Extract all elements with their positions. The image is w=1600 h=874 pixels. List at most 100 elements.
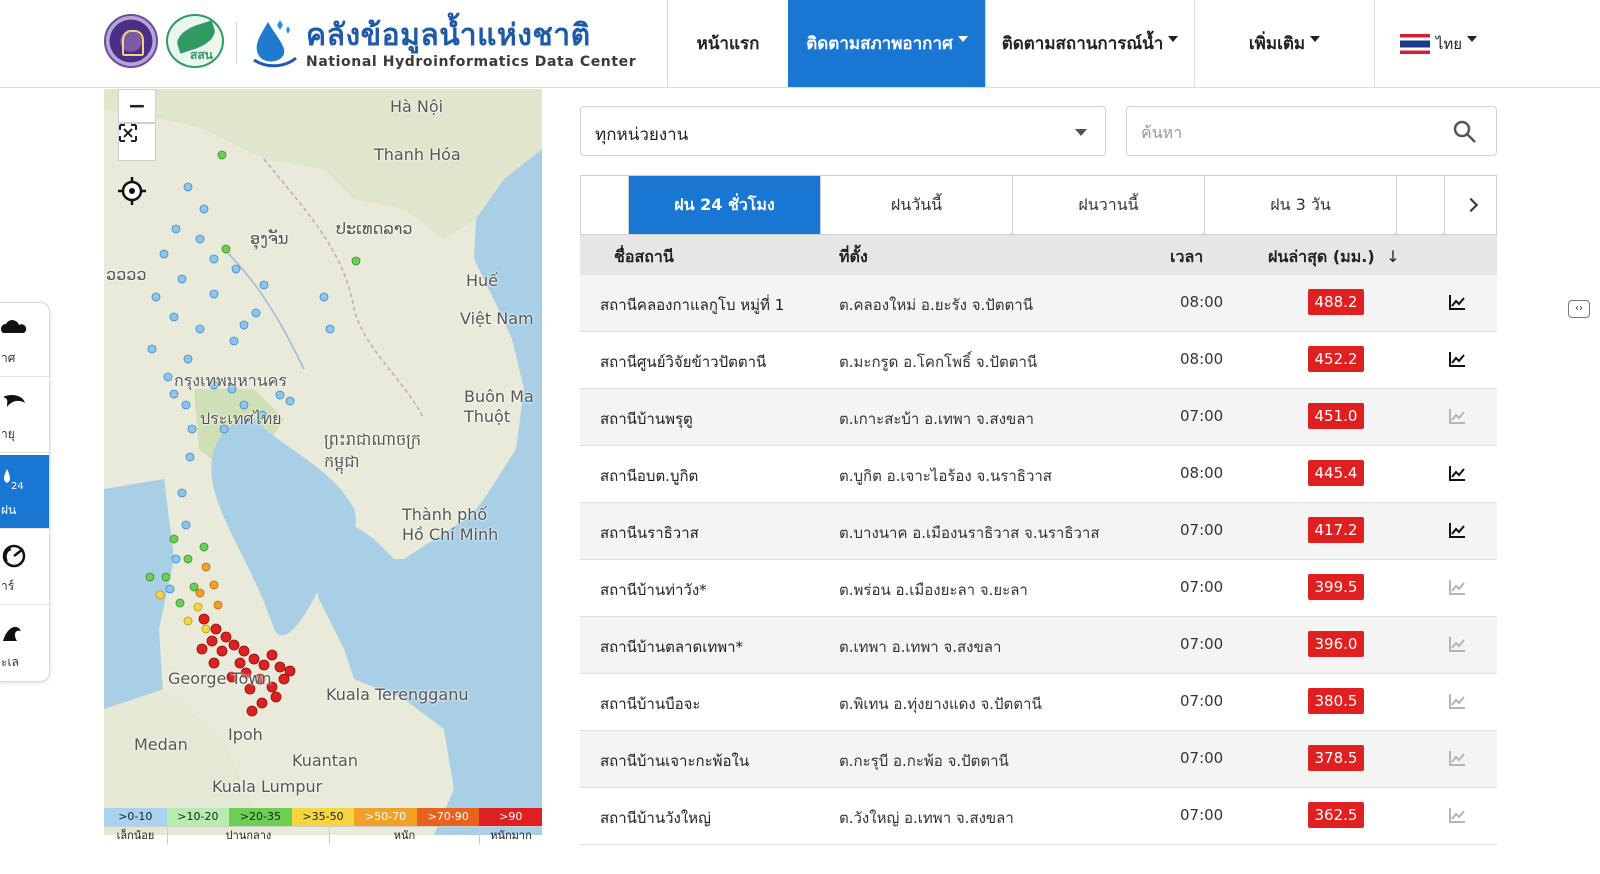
line-chart-icon[interactable] — [1448, 521, 1466, 539]
dock-radar[interactable]: าร์ — [0, 531, 49, 605]
table-row[interactable]: สถานีคลองกาแลกูโบ หมู่ที่ 1 ต.คลองใหม่ อ.… — [580, 275, 1497, 332]
map-label: Việt Nam — [460, 309, 534, 328]
zoom-out-button[interactable]: − — [118, 89, 156, 123]
station-name-link[interactable]: สถานีบ้านท่าวัง* — [600, 578, 707, 602]
station-search[interactable] — [1126, 106, 1497, 156]
station-location: ต.พร่อน อ.เมืองยะลา จ.ยะลา — [839, 581, 1028, 599]
map-label: ព្រះរាជាណាចក្រ កម្ពុជា — [324, 430, 422, 471]
station-location: ต.เทพา อ.เทพา จ.สงขลา — [839, 638, 1002, 656]
dock-weather[interactable]: าศ — [0, 303, 49, 377]
ministry-seal-logo[interactable] — [104, 14, 158, 68]
table-row[interactable]: สถานีบ้านพรุตู ต.เกาะสะบ้า อ.เทพา จ.สงขลา… — [580, 389, 1497, 446]
table-row[interactable]: สถานีบ้านตลาดเทพา* ต.เทพา อ.เทพา จ.สงขลา 0… — [580, 617, 1497, 674]
tab-rain-24h[interactable]: ฝน 24 ชั่วโมง — [629, 176, 821, 234]
main-nav: หน้าแรก ติดตามสภาพอากาศ ติดตามสถานการณ์น… — [667, 0, 1502, 88]
line-chart-icon[interactable] — [1448, 692, 1466, 710]
station-location: ต.พิเทน อ.ทุ่งยางแดง จ.ปัตตานี — [839, 695, 1042, 713]
station-time: 08:00 — [1180, 350, 1224, 368]
line-chart-icon[interactable] — [1448, 407, 1466, 425]
col-time[interactable]: เวลา — [1170, 245, 1203, 270]
chevron-down-icon — [957, 35, 968, 42]
nav-weather[interactable]: ติดตามสภาพอากาศ — [788, 0, 985, 87]
station-name-link[interactable]: สถานีบ้านตลาดเทพา* — [600, 635, 743, 659]
station-name-link[interactable]: สถานีบ้านบือจะ — [600, 692, 701, 716]
table-row[interactable]: สถานีศูนย์วิจัยข้าวปัตตานี ต.มะกรูด อ.โคก… — [580, 332, 1497, 389]
map-label: ประเทศไทย — [200, 409, 282, 428]
legend-range: >20-35 — [229, 808, 292, 826]
station-time: 07:00 — [1180, 635, 1224, 653]
language-selector[interactable]: ไทย — [1374, 0, 1502, 87]
table-row[interactable]: สถานีบ้านเจาะกะพ้อใน ต.กะรุบี อ.กะพ้อ จ.ป… — [580, 731, 1497, 788]
nav-more[interactable]: เพิ่มเติม — [1194, 0, 1374, 87]
nav-more-label: เพิ่มเติม — [1248, 34, 1306, 54]
map-label: Thành phố Hồ Chí Minh — [402, 505, 499, 544]
line-chart-icon[interactable] — [1448, 578, 1466, 596]
table-row[interactable]: สถานีบ้านบือจะ ต.พิเทน อ.ทุ่งยางแดง จ.ปัต… — [580, 674, 1497, 731]
station-name-link[interactable]: สถานีบ้านพรุตู — [600, 407, 693, 431]
table-row[interactable]: สถานีอบต.บูกิต ต.บูกิต อ.เจาะไอร้อง จ.นรา… — [580, 446, 1497, 503]
tabs-next-button[interactable] — [1445, 176, 1496, 234]
map-label: ອຸງຈັນ — [250, 229, 289, 248]
tab-rain-today[interactable]: ฝนวันนี้ — [821, 176, 1013, 234]
station-time: 07:00 — [1180, 806, 1224, 824]
line-chart-icon[interactable] — [1448, 749, 1466, 767]
map-label: Medan — [134, 735, 188, 754]
thai-flag-icon — [1399, 33, 1430, 54]
agency-select[interactable]: ทุกหน่วยงาน — [580, 106, 1106, 156]
station-name-link[interactable]: สถานีอบต.บูกิต — [600, 464, 698, 488]
legend-captions: เล็กน้อย ปานกลาง หนัก หนักมาก — [104, 826, 542, 844]
brand-title[interactable]: คลังข้อมูลน้ำแห่งชาติ — [306, 12, 591, 59]
agency-select-value: ทุกหน่วยงาน — [595, 125, 689, 145]
rain-value-badge: 451.0 — [1308, 403, 1364, 429]
locate-button[interactable] — [118, 177, 156, 215]
tab-rain-3days[interactable]: ฝน 3 วัน — [1205, 176, 1397, 234]
map-label: Kuala Terengganu — [326, 685, 469, 704]
line-chart-icon[interactable] — [1448, 635, 1466, 653]
search-icon[interactable] — [1452, 119, 1478, 145]
water-drop-logo[interactable] — [250, 16, 300, 68]
dock-rain-24h[interactable]: 24 ฝน — [0, 455, 49, 529]
legend-ranges: >0-10 >10-20 >20-35 >35-50 >50-70 >70-90 >90 — [104, 808, 543, 826]
tab-rain-yesterday[interactable]: ฝนวานนี้ — [1013, 176, 1205, 234]
rain-value-badge: 452.2 — [1308, 346, 1364, 372]
legend-range: >90 — [479, 808, 543, 826]
station-name-link[interactable]: สถานีศูนย์วิจัยข้าวปัตตานี — [600, 350, 766, 374]
line-chart-icon[interactable] — [1448, 293, 1466, 311]
line-chart-icon[interactable] — [1448, 464, 1466, 482]
fullscreen-button[interactable] — [118, 123, 156, 161]
station-name-link[interactable]: สถานีบ้านวังใหญ่ — [600, 806, 711, 830]
station-location: ต.บูกิต อ.เจาะไอร้อง จ.นราธิวาส — [839, 467, 1052, 485]
station-time: 08:00 — [1180, 293, 1224, 311]
col-rain[interactable]: ฝนล่าสุด (มม.) ↓ — [1268, 245, 1400, 270]
rain-24-icon: 24 — [4, 469, 24, 492]
map-label: Ipoh — [228, 725, 263, 744]
station-location: ต.บางนาค อ.เมืองนราธิวาส จ.นราธิวาส — [839, 524, 1100, 542]
search-input[interactable] — [1141, 119, 1441, 145]
col-location[interactable]: ที่ตั้ง — [839, 245, 868, 270]
chevron-down-icon — [1168, 35, 1179, 42]
table-row[interactable]: สถานีบ้านวังใหญ่ ต.วังใหญ่ อ.เทพา จ.สงขลา… — [580, 788, 1497, 845]
line-chart-icon[interactable] — [1448, 806, 1466, 824]
station-name-link[interactable]: สถานีนราธิวาส — [600, 521, 699, 545]
radar-icon — [2, 544, 26, 568]
embed-code-button[interactable]: ‹› — [1568, 300, 1590, 318]
rain-map[interactable]: − Hà Nội Thanh Hóa ປະເທດລາວ ອຸງຈັນ Huế V… — [104, 89, 542, 835]
line-chart-icon[interactable] — [1448, 350, 1466, 368]
col-station-name[interactable]: ชื่อสถานี — [614, 245, 674, 270]
legend-range: >0-10 — [104, 808, 167, 826]
hii-leaf-logo[interactable]: สสน — [166, 14, 224, 68]
dock-sea[interactable]: ะเล — [0, 607, 49, 681]
table-row[interactable]: สถานีบ้านท่าวัง* ต.พร่อน อ.เมืองยะลา จ.ยะ… — [580, 560, 1497, 617]
map-label: ປະເທດລາວ — [336, 219, 413, 238]
station-name-link[interactable]: สถานีคลองกาแลกูโบ หมู่ที่ 1 — [600, 293, 784, 317]
nav-water-situation[interactable]: ติดตามสถานการณ์น้ำ — [985, 0, 1194, 87]
map-label: ວວວວ — [106, 265, 147, 284]
station-name-link[interactable]: สถานีบ้านเจาะกะพ้อใน — [600, 749, 749, 773]
nav-home[interactable]: หน้าแรก — [667, 0, 788, 87]
dock-label: ฝน — [1, 503, 17, 517]
table-row[interactable]: สถานีนราธิวาส ต.บางนาค อ.เมืองนราธิวาส จ.… — [580, 503, 1497, 560]
table-header: ชื่อสถานี ที่ตั้ง เวลา ฝนล่าสุด (มม.) ↓ — [580, 235, 1497, 275]
dock-storm[interactable]: ายุ — [0, 379, 49, 453]
legend-caption: เล็กน้อย — [104, 827, 168, 844]
rain-24-badge: 24 — [11, 481, 24, 492]
